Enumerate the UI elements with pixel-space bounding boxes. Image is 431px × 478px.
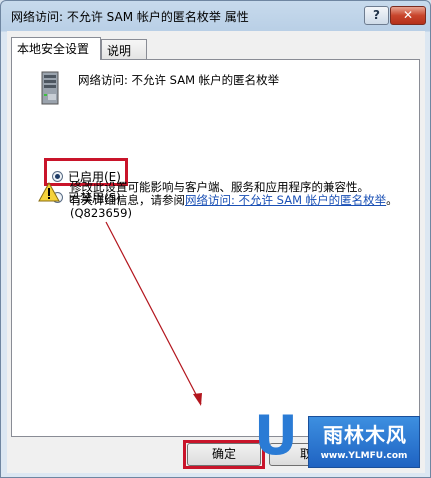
compatibility-warning: 修改此设置可能影响与客户端、服务和应用程序的兼容性。 有关详细信息，请参阅网络访… <box>70 181 400 220</box>
watermark-brand: 雨林木风 <box>323 423 407 447</box>
site-watermark: U 雨林木风 www.YLMFU.com <box>248 402 424 472</box>
tab-panel: 网络访问: 不允许 SAM 帐户的匿名枚举 已启用(E) 已禁用(S) 修改此设… <box>11 59 420 437</box>
watermark-logo: 雨林木风 www.YLMFU.com <box>308 416 420 468</box>
tab-explain[interactable]: 说明 <box>101 39 147 59</box>
policy-name: 网络访问: 不允许 SAM 帐户的匿名枚举 <box>78 73 280 87</box>
policy-help-link[interactable]: 网络访问: 不允许 SAM 帐户的匿名枚举 <box>185 193 386 207</box>
warning-line2: 有关详细信息，请参阅网络访问: 不允许 SAM 帐户的匿名枚举。 (Q82365… <box>70 194 400 220</box>
watermark-letter: U <box>254 404 298 467</box>
title-bar[interactable]: 网络访问: 不允许 SAM 帐户的匿名枚举 属性 ? ✕ <box>1 1 430 31</box>
warning-icon <box>38 182 60 202</box>
close-button[interactable]: ✕ <box>390 6 426 25</box>
help-button[interactable]: ? <box>364 6 389 25</box>
server-icon <box>41 71 59 105</box>
tab-label: 本地安全设置 <box>17 42 90 56</box>
tab-label: 说明 <box>107 44 132 58</box>
warning-prefix: 有关详细信息，请参阅 <box>70 193 185 207</box>
tab-local-security-setting[interactable]: 本地安全设置 <box>11 37 101 60</box>
watermark-url: www.YLMFU.com <box>320 451 408 461</box>
window-title: 网络访问: 不允许 SAM 帐户的匿名枚举 属性 <box>11 10 249 24</box>
